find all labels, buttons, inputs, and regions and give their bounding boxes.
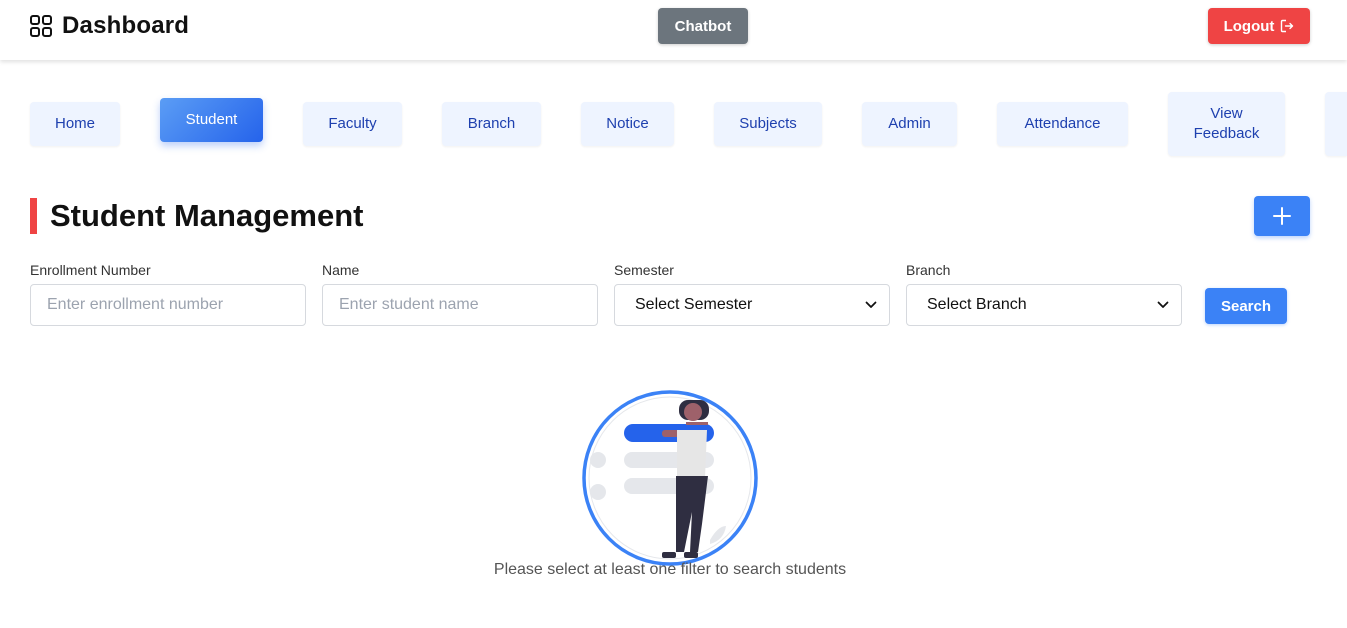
- page-title: Student Management: [50, 198, 364, 233]
- plus-icon: [1273, 207, 1291, 225]
- enrollment-input[interactable]: [30, 284, 306, 326]
- tab-attendance[interactable]: Attendance: [997, 102, 1128, 146]
- tab-student[interactable]: Student: [160, 98, 263, 142]
- section-accent-bar: [30, 198, 37, 234]
- branch-select[interactable]: Select Branch: [906, 284, 1182, 326]
- chevron-down-icon: [1157, 301, 1169, 308]
- tab-home[interactable]: Home: [30, 102, 120, 146]
- empty-state-message: Please select at least one filter to sea…: [493, 561, 847, 578]
- search-button[interactable]: Search: [1205, 288, 1287, 324]
- semester-selected-value: Select Semester: [635, 296, 753, 313]
- tab-notice[interactable]: Notice: [581, 102, 674, 146]
- tab-view-feedback[interactable]: View Feedback: [1168, 92, 1285, 156]
- tab-admin[interactable]: Admin: [862, 102, 957, 146]
- chevron-down-icon: [865, 301, 877, 308]
- semester-label: Semester: [614, 262, 674, 278]
- name-label: Name: [322, 262, 360, 278]
- semester-select[interactable]: Select Semester: [614, 284, 890, 326]
- tab-subjects[interactable]: Subjects: [714, 102, 822, 146]
- logout-label: Logout: [1223, 17, 1275, 35]
- app-title: Dashboard: [62, 12, 190, 39]
- name-input[interactable]: [322, 284, 598, 326]
- grid-icon: [30, 15, 52, 37]
- logout-icon: [1281, 19, 1294, 33]
- tab-branch[interactable]: Branch: [442, 102, 541, 146]
- brand: Dashboard: [30, 12, 189, 40]
- top-navbar: Dashboard Chatbot Logout: [0, 0, 1347, 60]
- add-student-button[interactable]: [1254, 196, 1310, 236]
- empty-state-illustration: [582, 390, 758, 566]
- branch-selected-value: Select Branch: [927, 296, 1027, 313]
- chatbot-button[interactable]: Chatbot: [658, 8, 748, 44]
- enrollment-label: Enrollment Number: [30, 262, 151, 278]
- logout-button[interactable]: Logout: [1208, 8, 1310, 44]
- branch-label: Branch: [906, 262, 951, 278]
- tab-faculty[interactable]: Faculty: [303, 102, 402, 146]
- tab-overflow[interactable]: [1325, 92, 1347, 156]
